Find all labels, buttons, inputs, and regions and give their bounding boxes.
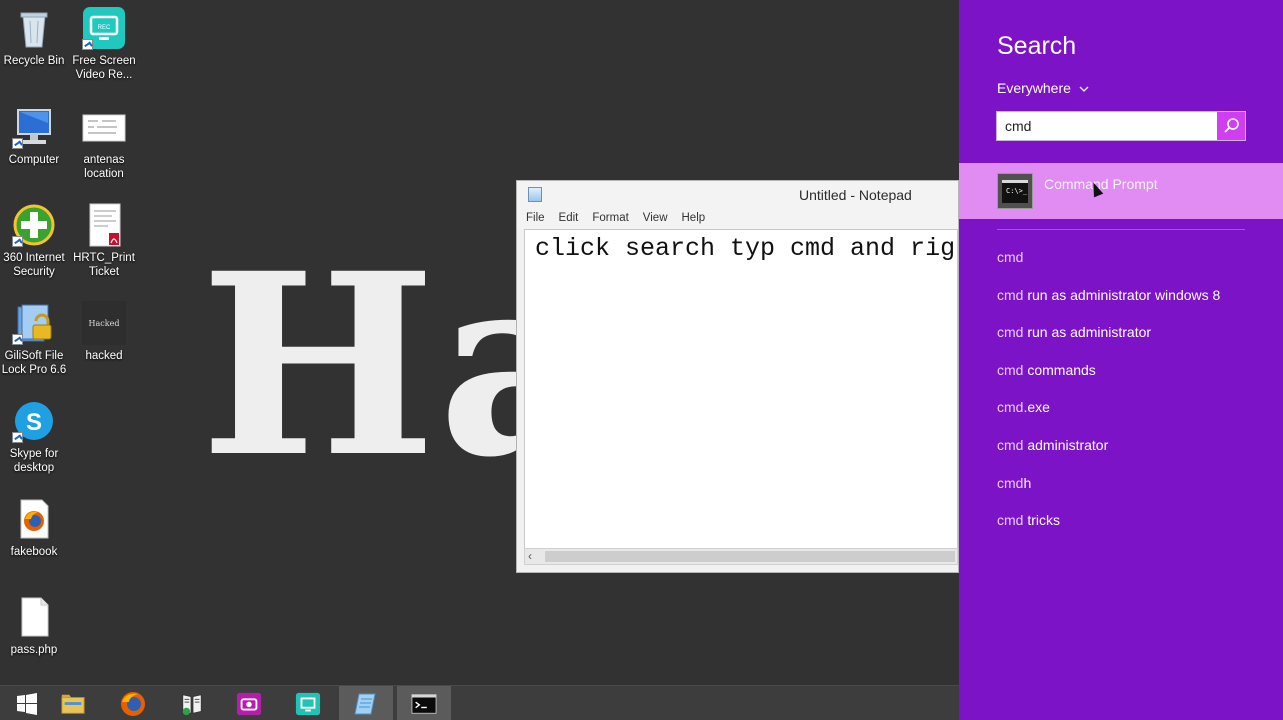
recycle-bin-icon	[12, 6, 56, 50]
desktop-icon-free-screen-video-recorder[interactable]: REC Free Screen Video Re...	[70, 6, 138, 82]
thumbnail-text: Hacked	[88, 318, 120, 328]
taskbar	[0, 685, 959, 720]
shortcut-arrow-icon	[82, 39, 93, 50]
taskbar-command-prompt[interactable]	[397, 686, 451, 720]
horizontal-scrollbar[interactable]: ‹	[524, 548, 958, 565]
desktop-icon-pass-php[interactable]: pass.php	[0, 595, 68, 657]
text-editor[interactable]: click search typ cmd and right	[524, 229, 958, 549]
cmd-icon-text: C:\>_	[1006, 187, 1028, 195]
computer-icon	[12, 105, 56, 149]
desktop-icon-recycle-bin[interactable]: Recycle Bin	[0, 6, 68, 68]
desktop-icon-label: fakebook	[10, 546, 58, 558]
skype-icon: S	[12, 399, 56, 443]
shortcut-arrow-icon	[12, 334, 23, 345]
firefox-document-icon	[12, 497, 56, 541]
suggestion-list: cmd cmd run as administrator windows 8 c…	[997, 249, 1220, 550]
taskbar-notepad[interactable]	[339, 686, 393, 720]
firefox-icon	[121, 691, 145, 716]
desktop-icon-fakebook[interactable]: fakebook	[0, 497, 68, 559]
menu-view[interactable]: View	[643, 212, 668, 224]
desktop-icon-label: Skype for desktop	[9, 448, 59, 474]
pdf-file-icon	[82, 203, 126, 247]
search-charm-panel: Search Everywhere C:\>_ Command Prompt c…	[959, 0, 1283, 720]
divider	[997, 229, 1245, 230]
taskbar-ebook-app[interactable]	[165, 686, 219, 720]
suggestion-item[interactable]: cmd	[997, 249, 1220, 287]
search-title: Search	[997, 32, 1077, 60]
360-security-icon	[12, 203, 56, 247]
shortcut-arrow-icon	[12, 236, 23, 247]
suggestion-item[interactable]: cmd run as administrator windows 8	[997, 287, 1220, 325]
search-box	[996, 111, 1246, 141]
taskbar-camera-app[interactable]	[222, 686, 276, 720]
menu-format[interactable]: Format	[592, 212, 628, 224]
svg-text:REC: REC	[98, 25, 111, 31]
camera-app-icon	[236, 692, 262, 715]
scroll-left-icon[interactable]: ‹	[528, 549, 532, 564]
desktop-icon-label: HRTC_Print Ticket	[73, 252, 135, 278]
image-file-icon	[82, 105, 126, 149]
shortcut-arrow-icon	[12, 138, 23, 149]
command-prompt-icon: C:\>_	[997, 173, 1033, 209]
start-icon	[17, 692, 37, 715]
search-button[interactable]	[1217, 112, 1245, 140]
desktop-icon-antenas-location[interactable]: antenas location	[70, 105, 138, 181]
desktop-icon-label: hacked	[85, 350, 123, 362]
desktop-icon-skype[interactable]: S Skype for desktop	[0, 399, 68, 475]
taskbar-file-explorer[interactable]	[46, 686, 100, 720]
suggestion-item[interactable]: cmdh	[997, 475, 1220, 513]
desktop-icon-label: GiliSoft File Lock Pro 6.6	[1, 350, 67, 376]
menu-help[interactable]: Help	[682, 212, 706, 224]
shortcut-arrow-icon	[12, 432, 23, 443]
remote-desktop-icon	[295, 692, 321, 715]
desktop-icon-360-internet-security[interactable]: 360 Internet Security	[0, 203, 68, 279]
taskbar-remote-desktop[interactable]	[281, 686, 335, 720]
desktop-icon-label: Computer	[8, 154, 60, 166]
menu-bar: File Edit Format View Help	[517, 207, 958, 229]
chevron-down-icon	[1079, 80, 1089, 96]
result-command-prompt[interactable]: C:\>_ Command Prompt	[959, 163, 1283, 219]
menu-edit[interactable]: Edit	[559, 212, 579, 224]
ebook-icon	[182, 693, 202, 715]
suggestion-item[interactable]: cmd.exe	[997, 399, 1220, 437]
suggestion-item[interactable]: cmd tricks	[997, 512, 1220, 550]
window-title: Untitled - Notepad	[799, 187, 912, 203]
desktop-icon-label: 360 Internet Security	[3, 252, 65, 278]
file-lock-icon	[12, 301, 56, 345]
suggestion-item[interactable]: cmd administrator	[997, 437, 1220, 475]
desktop-icon-label: Free Screen Video Re...	[72, 55, 136, 81]
menu-file[interactable]: File	[526, 212, 545, 224]
title-bar[interactable]: Untitled - Notepad	[517, 181, 958, 207]
scrollbar-thumb[interactable]	[545, 551, 955, 562]
file-explorer-icon	[61, 694, 85, 714]
desktop-icon-label: Recycle Bin	[3, 55, 65, 67]
blank-file-icon	[12, 595, 56, 639]
suggestion-item[interactable]: cmd run as administrator	[997, 324, 1220, 362]
desktop-icon-hrtc-print-ticket[interactable]: HRTC_Print Ticket	[70, 203, 138, 279]
desktop-icon-gilisoft-file-lock[interactable]: GiliSoft File Lock Pro 6.6	[0, 301, 68, 377]
desktop-icon-label: antenas location	[83, 154, 125, 180]
desktop-icon-label: pass.php	[10, 644, 58, 656]
image-thumbnail-icon: Hacked	[82, 301, 126, 345]
screen-recorder-icon: REC	[82, 6, 126, 50]
search-icon	[1224, 118, 1239, 133]
search-input[interactable]	[997, 112, 1217, 140]
taskbar-firefox[interactable]	[106, 686, 160, 720]
desktop-icon-computer[interactable]: Computer	[0, 105, 68, 167]
notepad-icon	[354, 693, 376, 714]
notepad-window: Untitled - Notepad File Edit Format View…	[516, 180, 959, 573]
search-scope-dropdown[interactable]: Everywhere	[997, 80, 1089, 96]
suggestion-item[interactable]: cmd commands	[997, 362, 1220, 400]
editor-content: click search typ cmd and right	[535, 234, 958, 263]
command-prompt-icon	[411, 693, 437, 714]
notepad-icon	[528, 187, 542, 202]
search-scope-label: Everywhere	[997, 80, 1071, 96]
svg-text:S: S	[26, 409, 42, 436]
desktop-icon-hacked[interactable]: Hacked hacked	[70, 301, 138, 363]
